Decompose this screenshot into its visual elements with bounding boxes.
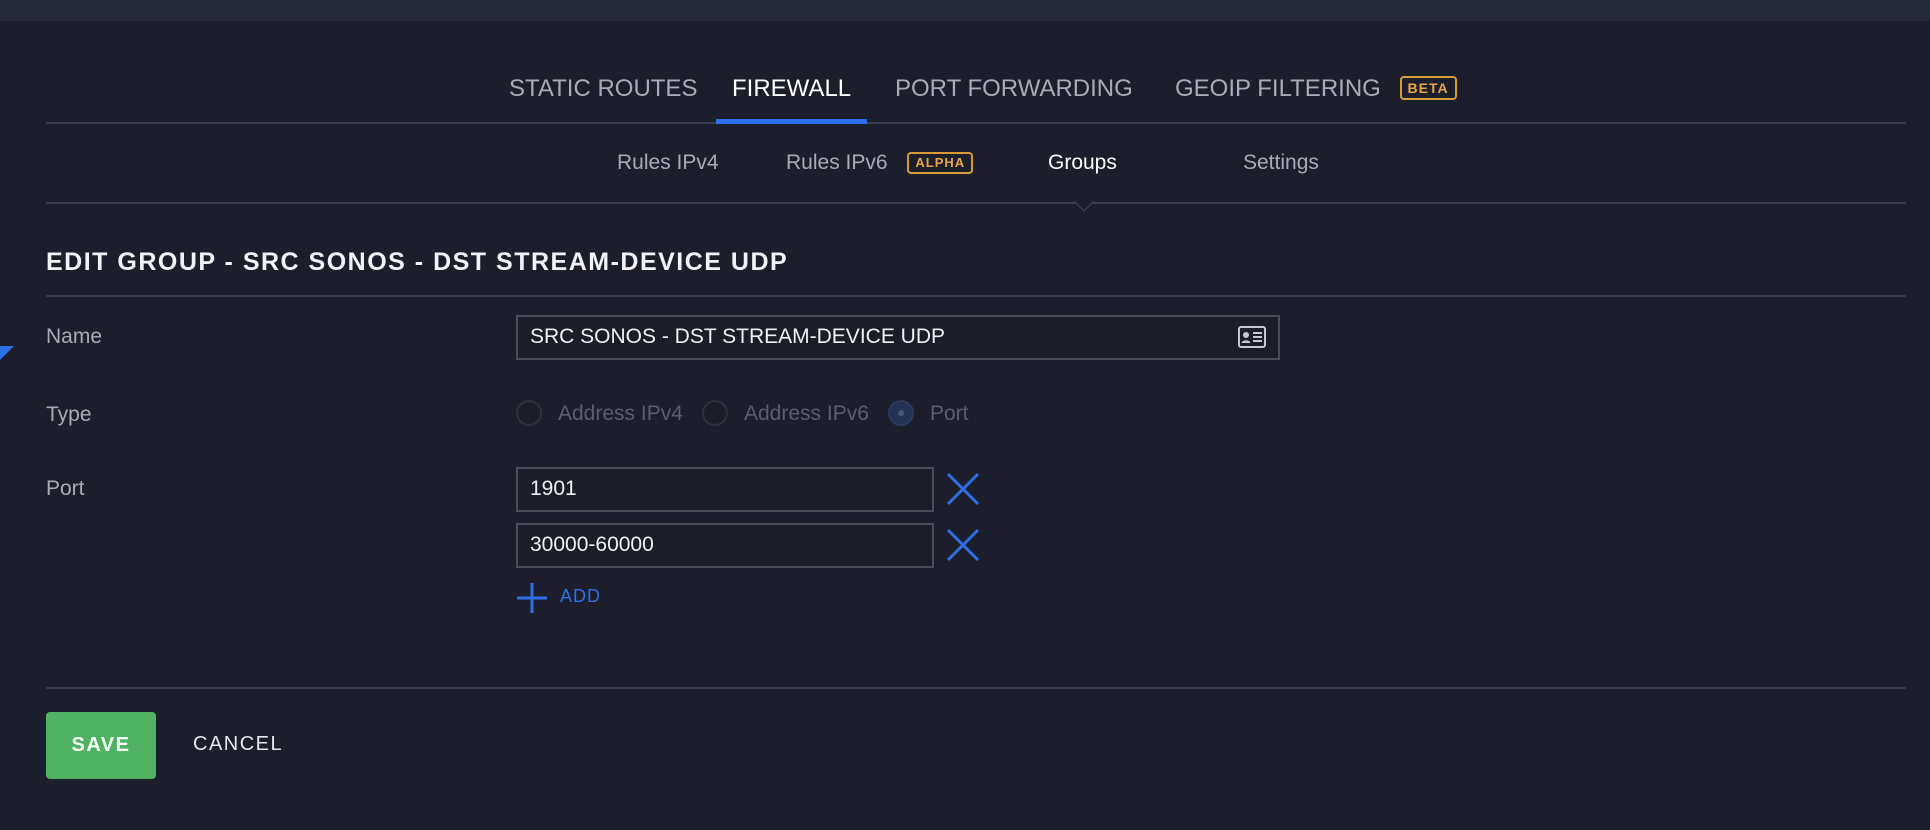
- cancel-button[interactable]: CANCEL: [193, 733, 283, 756]
- page-title: EDIT GROUP - SRC SONOS - DST STREAM-DEVI…: [46, 248, 789, 276]
- save-button[interactable]: SAVE: [46, 712, 156, 779]
- tab-port-forwarding[interactable]: PORT FORWARDING: [895, 70, 1133, 122]
- close-icon[interactable]: [946, 528, 980, 562]
- port-field[interactable]: 1901: [516, 467, 934, 512]
- primary-tabs: STATIC ROUTES FIREWALL PORT FORWARDING G…: [46, 70, 1906, 124]
- tab-label: FIREWALL: [732, 75, 852, 102]
- close-icon[interactable]: [946, 472, 980, 506]
- top-bar: [0, 0, 1930, 21]
- tab-label: STATIC ROUTES: [509, 75, 698, 102]
- radio-label: Port: [930, 402, 969, 425]
- tab-geoip-filtering[interactable]: GEOIP FILTERING BETA: [1175, 70, 1457, 122]
- subtab-label: Settings: [1243, 151, 1319, 174]
- subtab-label: Rules IPv6: [786, 151, 888, 174]
- divider: [46, 687, 1906, 689]
- subtab-settings[interactable]: Settings: [1243, 149, 1319, 177]
- divider: [46, 295, 1906, 297]
- subtab-rules-ipv4[interactable]: Rules IPv4: [617, 149, 719, 177]
- active-subtab-caret-fill: [1075, 201, 1093, 210]
- radio-label: Address IPv4: [558, 402, 683, 425]
- subtab-groups[interactable]: Groups: [1048, 149, 1117, 177]
- plus-icon: [517, 583, 547, 613]
- port-label: Port: [46, 477, 85, 500]
- port-value: 30000-60000: [530, 533, 654, 556]
- subtab-rules-ipv6[interactable]: Rules IPv6 ALPHA: [786, 149, 974, 177]
- tab-label: GEOIP FILTERING: [1175, 75, 1381, 102]
- radio-label: Address IPv6: [744, 402, 869, 425]
- port-value: 1901: [530, 477, 577, 500]
- port-field[interactable]: 30000-60000: [516, 523, 934, 568]
- radio-dot: [898, 410, 904, 416]
- name-value: SRC SONOS - DST STREAM-DEVICE UDP: [530, 325, 945, 348]
- name-field[interactable]: SRC SONOS - DST STREAM-DEVICE UDP: [516, 315, 1280, 360]
- secondary-tabs: Rules IPv4 Rules IPv6 ALPHA Groups Setti…: [46, 122, 1906, 204]
- tab-static-routes[interactable]: STATIC ROUTES: [509, 70, 697, 122]
- subtab-label: Rules IPv4: [617, 151, 719, 174]
- tab-firewall[interactable]: FIREWALL: [716, 70, 868, 124]
- alpha-badge: ALPHA: [907, 152, 974, 174]
- radio-circle: [702, 400, 728, 426]
- sidebar-edge-marker: [0, 346, 14, 360]
- name-label: Name: [46, 325, 103, 348]
- add-label: ADD: [560, 586, 602, 606]
- beta-badge: BETA: [1399, 76, 1457, 100]
- subtab-label: Groups: [1048, 151, 1117, 174]
- contact-card-icon[interactable]: [1238, 326, 1266, 348]
- radio-circle: [516, 400, 542, 426]
- type-label: Type: [46, 403, 92, 426]
- tab-label: PORT FORWARDING: [895, 75, 1133, 102]
- radio-circle: [888, 400, 914, 426]
